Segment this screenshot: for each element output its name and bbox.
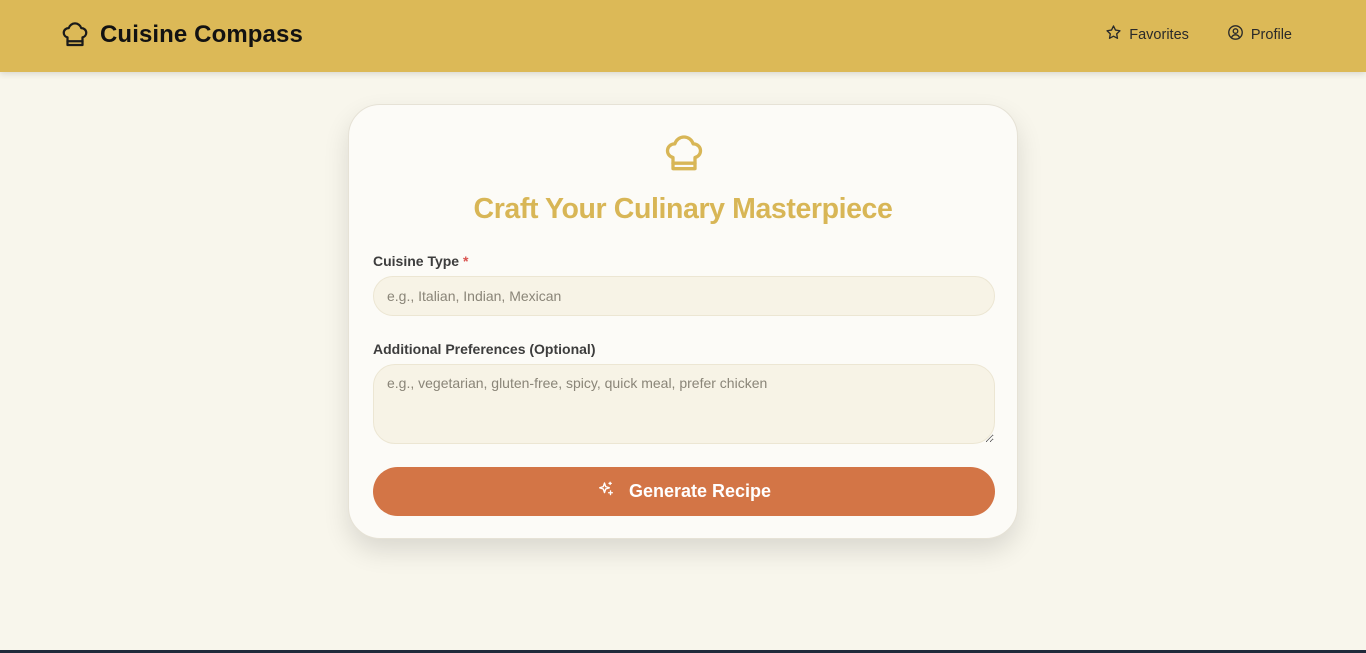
generate-recipe-button[interactable]: Generate Recipe xyxy=(373,467,995,516)
user-circle-icon xyxy=(1227,24,1244,45)
cuisine-type-label: Cuisine Type * xyxy=(373,253,468,269)
nav-favorites-label: Favorites xyxy=(1129,26,1189,43)
generate-recipe-label: Generate Recipe xyxy=(628,481,772,501)
cuisine-type-label-text: Cuisine Type xyxy=(373,253,460,269)
cuisine-type-input[interactable] xyxy=(373,276,995,316)
nav-profile-label: Profile xyxy=(1250,26,1292,43)
required-marker: * xyxy=(462,253,469,269)
preferences-label: Additional Preferences (Optional) xyxy=(373,341,596,357)
chef-hat-icon xyxy=(60,20,90,50)
brand-link[interactable]: Cuisine Compass xyxy=(60,20,303,50)
form-title: Craft Your Culinary Masterpiece xyxy=(473,193,893,225)
chef-hat-icon xyxy=(662,132,706,176)
top-header: Cuisine Compass Favorites Profile xyxy=(0,0,1366,72)
nav-favorites[interactable]: Favorites xyxy=(1105,24,1189,45)
nav-profile[interactable]: Profile xyxy=(1227,24,1292,45)
top-nav: Favorites Profile xyxy=(1105,24,1292,45)
recipe-form-card: Craft Your Culinary Masterpiece Cuisine … xyxy=(348,104,1018,539)
brand-title: Cuisine Compass xyxy=(100,21,303,48)
preferences-textarea[interactable] xyxy=(373,364,995,444)
sparkles-icon xyxy=(597,480,615,503)
star-icon xyxy=(1105,24,1122,45)
